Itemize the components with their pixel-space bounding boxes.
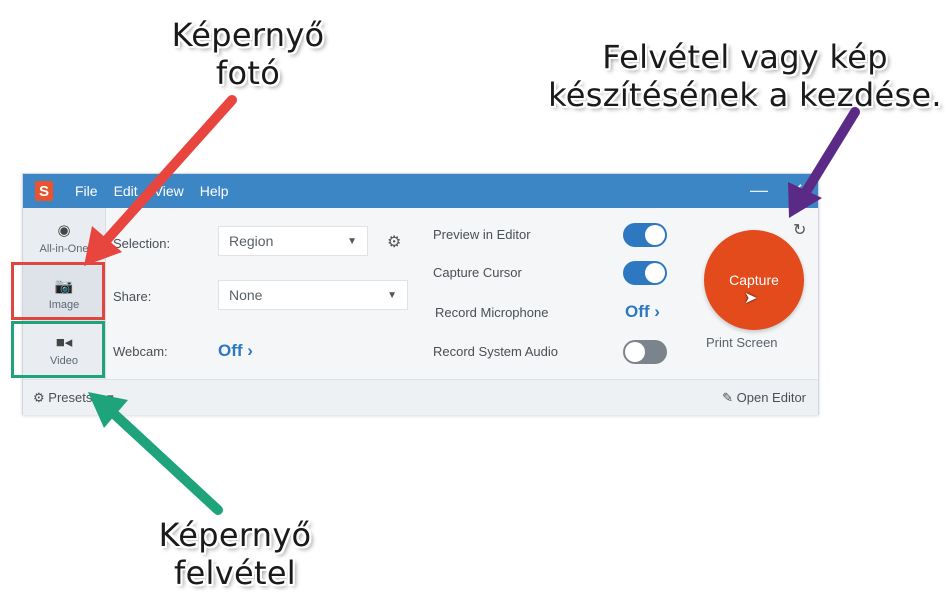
callout-screen-photo: Képernyő fotó xyxy=(148,16,348,92)
capture-cursor-toggle[interactable] xyxy=(623,261,667,285)
image-tab-highlight xyxy=(11,262,105,320)
menu-file[interactable]: File xyxy=(75,183,98,199)
footer-bar: ⚙ Presets + ▾ ✎ Open Editor xyxy=(23,379,818,415)
toggle-knob xyxy=(645,263,665,283)
capture-label: Capture xyxy=(729,272,779,288)
selection-dropdown[interactable]: Region ▼ xyxy=(218,226,368,256)
menu-help[interactable]: Help xyxy=(200,183,229,199)
presets-label: Presets xyxy=(48,390,93,405)
snagit-capture-window: S File Edit View Help — ✕ ◉ All-in-One 📷… xyxy=(22,173,819,415)
gear-icon[interactable]: ⚙ xyxy=(387,232,401,252)
callout-line: Képernyő xyxy=(171,16,325,54)
chevron-down-icon: ▼ xyxy=(347,235,357,247)
selection-value: Region xyxy=(229,233,274,249)
record-system-audio-toggle[interactable] xyxy=(623,340,667,364)
selection-label: Selection: xyxy=(113,236,171,251)
record-microphone-label: Record Microphone xyxy=(435,305,549,320)
menu-edit[interactable]: Edit xyxy=(114,183,138,199)
webcam-off-link[interactable]: Off › xyxy=(218,341,253,361)
menu-view[interactable]: View xyxy=(154,183,184,199)
snagit-logo-icon: S xyxy=(35,181,53,201)
callout-line: Felvétel vagy kép xyxy=(602,38,888,76)
tab-label: All-in-One xyxy=(39,243,89,255)
preview-in-editor-toggle[interactable] xyxy=(623,223,667,247)
record-icon: ◉ xyxy=(57,222,71,239)
chevron-down-icon: ▼ xyxy=(387,289,397,301)
capture-hotkey: Print Screen xyxy=(706,335,778,350)
close-button[interactable]: ✕ xyxy=(789,180,804,201)
toggle-knob xyxy=(625,342,645,362)
minimize-button[interactable]: — xyxy=(750,180,768,201)
menu-bar: File Edit View Help xyxy=(75,183,245,199)
reset-icon[interactable]: ↻ xyxy=(793,220,806,240)
capture-button[interactable]: Capture ➤ xyxy=(704,230,804,330)
green-arrow xyxy=(107,407,223,515)
capture-cursor-label: Capture Cursor xyxy=(433,265,522,280)
share-dropdown[interactable]: None ▼ xyxy=(218,280,408,310)
callout-line: Képernyő xyxy=(158,516,312,554)
presets-button[interactable]: ⚙ Presets + ▾ xyxy=(33,390,114,406)
callout-line: fotó xyxy=(215,54,281,92)
video-tab-highlight xyxy=(11,321,105,378)
open-editor-button[interactable]: ✎ Open Editor xyxy=(722,390,806,406)
title-bar: S File Edit View Help — ✕ xyxy=(23,174,818,208)
callout-line: felvétel xyxy=(174,554,296,592)
share-label: Share: xyxy=(113,289,152,304)
webcam-label: Webcam: xyxy=(113,344,168,359)
share-value: None xyxy=(229,287,263,303)
mouse-cursor-icon: ➤ xyxy=(744,290,758,307)
callout-start-capture: Felvétel vagy kép készítésének a kezdése… xyxy=(540,38,950,114)
callout-line: készítésének a kezdése. xyxy=(548,76,942,114)
record-system-audio-label: Record System Audio xyxy=(433,344,559,359)
tab-all-in-one[interactable]: ◉ All-in-One xyxy=(23,210,105,266)
preview-in-editor-label: Preview in Editor xyxy=(433,227,531,242)
record-microphone-off-link[interactable]: Off › xyxy=(625,302,660,322)
toggle-knob xyxy=(645,225,665,245)
open-editor-label: Open Editor xyxy=(736,390,806,405)
callout-screen-recording: Képernyő felvétel xyxy=(130,516,340,592)
